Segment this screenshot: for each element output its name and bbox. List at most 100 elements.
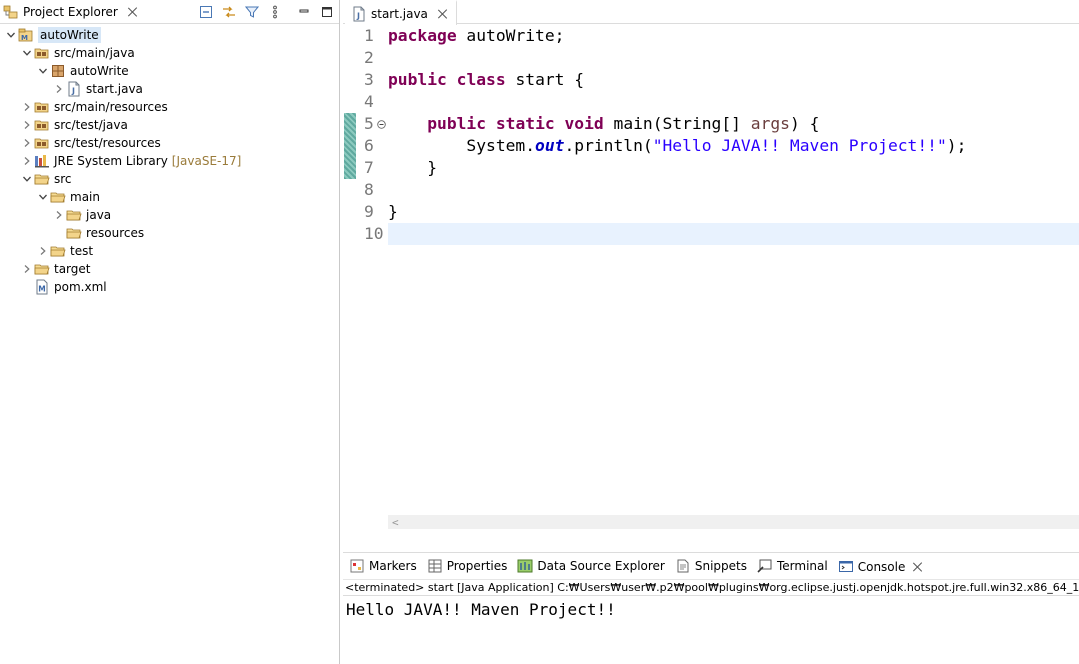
project-explorer-icon	[3, 4, 19, 20]
tree-item-label: resources	[86, 226, 145, 240]
keyword: public	[427, 114, 487, 133]
console-output[interactable]: Hello JAVA!! Maven Project!!	[343, 596, 1079, 619]
code-line-1[interactable]: package autoWrite;	[388, 25, 1079, 47]
tree-item-label: src/test/resources	[54, 136, 161, 150]
chevron-down-icon[interactable]	[36, 63, 50, 79]
overview-ruler	[343, 25, 356, 532]
tab-data-source-explorer[interactable]: Data Source Explorer	[513, 554, 668, 578]
line-number: 1	[356, 25, 388, 47]
tree-item[interactable]: src/test/java	[0, 116, 339, 134]
tree-item[interactable]: src	[0, 170, 339, 188]
java-file-icon: J	[66, 81, 82, 97]
line-number-text: 6	[364, 136, 374, 155]
maximize-icon[interactable]	[318, 3, 335, 20]
chevron-down-icon[interactable]	[4, 27, 18, 43]
code-area[interactable]: 1 2 3 4 5 6 7 8 9 10 package autoWrite; public cl…	[343, 25, 1079, 532]
tree-item[interactable]: test	[0, 242, 339, 260]
tree-item[interactable]: main	[0, 188, 339, 206]
tab-label: Properties	[446, 559, 508, 573]
chevron-right-icon[interactable]	[20, 117, 34, 133]
code-text: }	[388, 202, 398, 221]
code-line-7[interactable]: }	[388, 157, 1079, 179]
code-line-8[interactable]	[388, 179, 1079, 201]
line-number-text: 10	[364, 224, 384, 243]
close-icon[interactable]	[436, 7, 450, 21]
tree-item[interactable]: src/main/resources	[0, 98, 339, 116]
view-menu-icon[interactable]	[266, 3, 283, 20]
line-number-text: 4	[364, 92, 374, 111]
chevron-right-icon[interactable]	[52, 207, 66, 223]
tree-item[interactable]: src/main/java	[0, 44, 339, 62]
code-line-9[interactable]: }	[388, 201, 1079, 223]
code-text: main(String[]	[603, 114, 751, 133]
chevron-right-icon[interactable]	[20, 261, 34, 277]
line-number-text: 3	[364, 70, 374, 89]
tab-markers[interactable]: Markers	[345, 554, 421, 578]
explorer-tabbar: Project Explorer	[0, 0, 339, 24]
code-text: .println(	[564, 136, 653, 155]
source-folder-icon	[34, 135, 50, 151]
folder-icon	[66, 207, 82, 223]
tree-item[interactable]: resources	[0, 224, 339, 242]
project-tree: MautoWrite src/main/java autoWrite Jstart.j…	[0, 24, 339, 296]
chevron-down-icon[interactable]	[36, 189, 50, 205]
link-with-editor-icon[interactable]	[220, 3, 237, 20]
code-line-3[interactable]: public class start {	[388, 69, 1079, 91]
tree-item[interactable]: src/test/resources	[0, 134, 339, 152]
terminal-icon	[757, 558, 773, 574]
maven-file-icon: M	[34, 279, 50, 295]
filter-icon[interactable]	[243, 3, 260, 20]
horizontal-scrollbar[interactable]: <	[388, 515, 1079, 529]
tree-item[interactable]: Jstart.java	[0, 80, 339, 98]
tab-label: Markers	[369, 559, 417, 573]
chevron-right-icon[interactable]	[36, 243, 50, 259]
tree-item[interactable]: MautoWrite	[0, 26, 339, 44]
tab-start-java[interactable]: J start.java	[345, 0, 457, 25]
chevron-right-icon[interactable]	[20, 99, 34, 115]
tree-item-label: src/test/java	[54, 118, 128, 132]
tree-item-label: test	[70, 244, 94, 258]
tree-item[interactable]: java	[0, 206, 339, 224]
source-folder-icon	[34, 45, 50, 61]
code-line-5[interactable]: public static void main(String[] args) {	[388, 113, 1079, 135]
code-line-6[interactable]: System.out.println("Hello JAVA!! Maven P…	[388, 135, 1079, 157]
chevron-right-icon[interactable]	[20, 135, 34, 151]
tree-item[interactable]: autoWrite	[0, 62, 339, 80]
markers-icon	[349, 558, 365, 574]
tab-project-explorer[interactable]: Project Explorer	[0, 0, 146, 24]
chevron-down-icon[interactable]	[20, 171, 34, 187]
tree-item[interactable]: JRE System Library [JavaSE-17]	[0, 152, 339, 170]
line-number: 2	[356, 47, 388, 69]
close-icon[interactable]	[126, 5, 140, 19]
tab-properties[interactable]: Properties	[423, 554, 512, 578]
tree-item[interactable]: target	[0, 260, 339, 278]
tab-label: Terminal	[777, 559, 828, 573]
collapse-all-icon[interactable]	[197, 3, 214, 20]
code-line-4[interactable]	[388, 91, 1079, 113]
line-number-text: 9	[364, 202, 374, 221]
svg-text:J: J	[71, 87, 75, 96]
minimize-icon[interactable]	[295, 3, 312, 20]
tree-item[interactable]: Mpom.xml	[0, 278, 339, 296]
chevron-right-icon[interactable]	[52, 81, 66, 97]
tab-label: Console	[857, 560, 906, 574]
code-lines[interactable]: package autoWrite; public class start { …	[388, 25, 1079, 245]
scroll-left-arrow[interactable]: <	[392, 516, 399, 529]
line-number-text: 5	[364, 114, 374, 133]
line-number-text: 1	[364, 26, 374, 45]
tree-item-label: autoWrite	[70, 64, 129, 78]
code-text: System.	[466, 136, 536, 155]
chevron-right-icon[interactable]	[20, 153, 34, 169]
chevron-down-icon[interactable]	[20, 45, 34, 61]
tab-snippets[interactable]: Snippets	[671, 554, 751, 578]
library-icon	[34, 153, 50, 169]
line-number-gutter: 1 2 3 4 5 6 7 8 9 10	[356, 25, 388, 245]
tab-console[interactable]: Console	[833, 554, 930, 578]
code-line-10[interactable]	[388, 223, 1079, 245]
java-editor: J start.java 1 2 3 4 5 6 7 8 9 10 package autoWri…	[343, 0, 1079, 552]
tree-item-decoration: [JavaSE-17]	[171, 154, 242, 168]
close-icon[interactable]	[911, 560, 925, 574]
tab-terminal[interactable]: Terminal	[753, 554, 832, 578]
code-line-2[interactable]	[388, 47, 1079, 69]
